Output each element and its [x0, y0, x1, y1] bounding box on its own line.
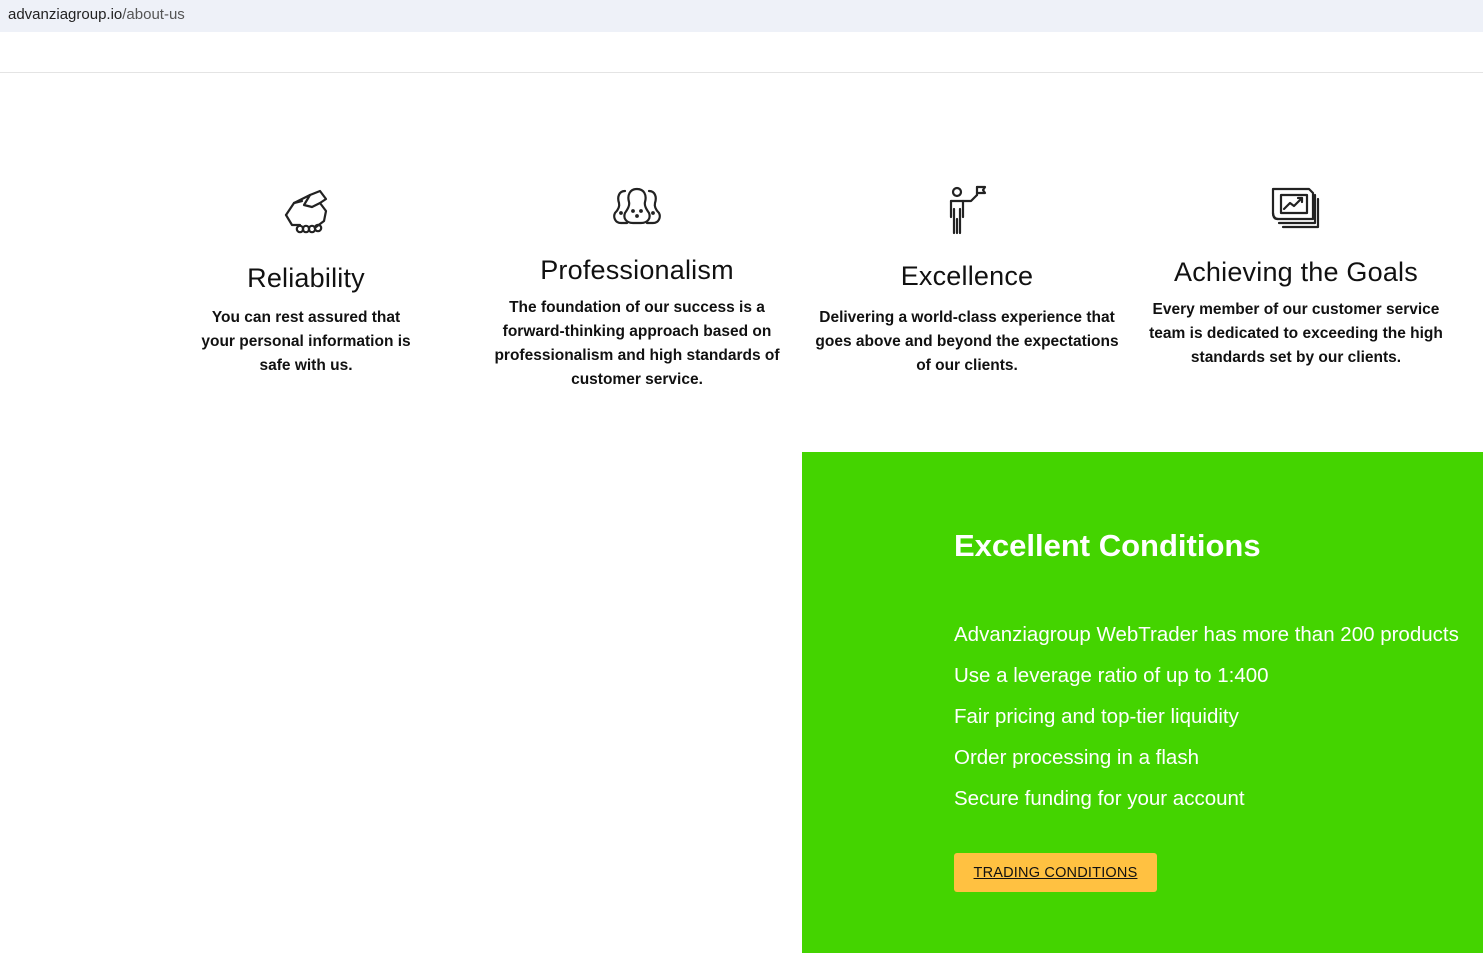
feature-title: Achieving the Goals: [1174, 257, 1418, 287]
feature-achieving-goals: Achieving the Goals Every member of our …: [1146, 185, 1446, 370]
feature-title: Excellence: [900, 261, 1034, 291]
list-item: Fair pricing and top-tier liquidity: [954, 705, 1239, 728]
feature-title: Professionalism: [540, 255, 734, 285]
conditions-list: Advanziagroup WebTrader has more than 20…: [954, 614, 1459, 819]
feature-description: Every member of our customer service tea…: [1149, 301, 1443, 366]
feature-excellence: Excellence Delivering a world-class expe…: [815, 185, 1119, 378]
list-item: Secure funding for your account: [954, 787, 1245, 810]
feature-description: The foundation of our success is a forwa…: [494, 299, 780, 388]
feature-reliability: Reliability You can rest assured that yo…: [196, 185, 416, 378]
feature-title: Reliability: [247, 263, 365, 293]
list-item: Use a leverage ratio of up to 1:400: [954, 664, 1269, 687]
feature-description: You can rest assured that your personal …: [201, 309, 411, 374]
list-item: Order processing in a flash: [954, 746, 1199, 769]
trading-conditions-button[interactable]: TRADING CONDITIONS: [954, 853, 1157, 892]
team-icon: [490, 185, 784, 227]
feature-description: Delivering a world-class experience that…: [815, 309, 1119, 374]
handshake-icon: [196, 185, 416, 237]
url-domain: advanziagroup.io: [8, 6, 123, 23]
growth-chart-icon: [1146, 185, 1446, 231]
url-path: /about-us: [122, 6, 185, 23]
conditions-title: Excellent Conditions: [954, 528, 1261, 563]
conditions-panel: Excellent Conditions Advanziagroup WebTr…: [802, 452, 1483, 953]
list-item: Advanziagroup WebTrader has more than 20…: [954, 623, 1459, 646]
person-flag-icon: [815, 185, 1119, 235]
site-header: [0, 32, 1483, 73]
browser-url-bar[interactable]: advanziagroup.io/about-us: [0, 0, 1483, 32]
feature-professionalism: Professionalism The foundation of our su…: [490, 185, 784, 392]
